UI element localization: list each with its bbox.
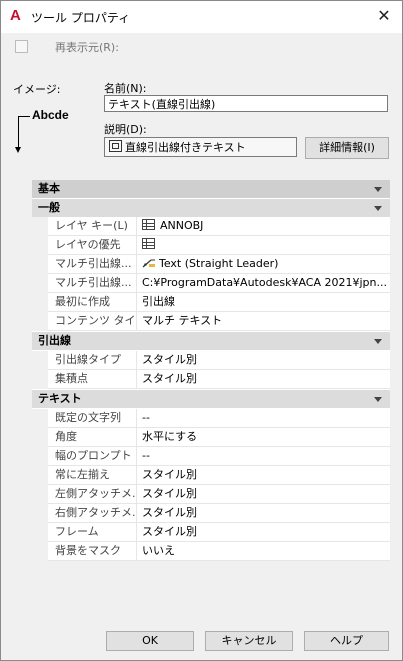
- property-key: 常に左揃え: [48, 466, 137, 484]
- property-value: スタイル別: [142, 525, 197, 538]
- property-grid: 基本 一般 レイヤ キー(L) ANNOBJ レイヤの優先 マルチ引出線... …: [32, 180, 390, 561]
- property-value: スタイル別: [142, 372, 197, 385]
- property-value: スタイル別: [142, 506, 197, 519]
- property-value: [138, 236, 390, 254]
- property-value: Text (Straight Leader): [138, 255, 390, 273]
- row-gutter: [32, 351, 48, 389]
- close-icon[interactable]: ✕: [374, 6, 394, 26]
- property-value: マルチ テキスト: [142, 314, 223, 327]
- property-row-layer-key[interactable]: レイヤ キー(L) ANNOBJ: [48, 217, 390, 236]
- name-input[interactable]: [104, 95, 388, 112]
- property-value: スタイル別: [142, 468, 197, 481]
- category-basic-label: 基本: [38, 182, 60, 195]
- preview-text: Abcde: [32, 108, 69, 122]
- layer-icon: [142, 238, 155, 249]
- property-key: 左側アタッチメ...: [48, 485, 137, 503]
- property-key: 幅のプロンプト: [48, 447, 137, 465]
- property-value: 引出線: [142, 295, 175, 308]
- category-text[interactable]: テキスト: [32, 390, 390, 408]
- property-value: 水平にする: [142, 430, 198, 443]
- category-leader-label: 引出線: [38, 334, 71, 347]
- description-icon: [109, 140, 122, 152]
- image-label: イメージ:: [13, 83, 61, 96]
- property-row-frame[interactable]: フレーム スタイル別: [48, 523, 390, 542]
- property-key: マルチ引出線...: [48, 255, 137, 273]
- property-value: --: [142, 411, 150, 424]
- property-value: ANNOBJ: [138, 217, 390, 235]
- chevron-down-icon: [374, 339, 382, 344]
- preview-leader-line: [18, 116, 30, 117]
- property-key: 引出線タイプ: [48, 351, 137, 369]
- layer-icon: [142, 219, 155, 230]
- property-value: C:¥ProgramData¥Autodesk¥ACA 2021¥jpn...: [142, 276, 387, 289]
- property-key: マルチ引出線...: [48, 274, 137, 292]
- property-row-left-attachment[interactable]: 左側アタッチメ... スタイル別: [48, 485, 390, 504]
- description-text: 直線引出線付きテキスト: [125, 141, 246, 154]
- property-row-content-type[interactable]: コンテンツ タイプ マルチ テキスト: [48, 312, 390, 331]
- chevron-down-icon: [374, 206, 382, 211]
- ok-button[interactable]: OK: [106, 631, 194, 651]
- title-bar: A ツール プロパティ ✕: [1, 1, 402, 33]
- help-button[interactable]: ヘルプ: [304, 631, 389, 651]
- property-row-default-text[interactable]: 既定の文字列 --: [48, 409, 390, 428]
- property-row-right-attachment[interactable]: 右側アタッチメ... スタイル別: [48, 504, 390, 523]
- description-label: 説明(D):: [104, 123, 147, 136]
- autocad-logo-icon: A: [10, 7, 21, 24]
- row-gutter: [32, 217, 48, 331]
- dialog-title: ツール プロパティ: [31, 11, 131, 25]
- property-value: いいえ: [142, 544, 175, 557]
- property-row-leader-type[interactable]: 引出線タイプ スタイル別: [48, 351, 390, 370]
- property-key: フレーム: [48, 523, 137, 541]
- category-basic[interactable]: 基本: [32, 180, 390, 198]
- chevron-down-icon: [374, 397, 382, 402]
- chevron-down-icon: [374, 187, 382, 192]
- property-row-mleader-style[interactable]: マルチ引出線... Text (Straight Leader): [48, 255, 390, 274]
- property-row-width-prompt[interactable]: 幅のプロンプト --: [48, 447, 390, 466]
- property-row-mleader-path[interactable]: マルチ引出線... C:¥ProgramData¥Autodesk¥ACA 20…: [48, 274, 390, 293]
- name-label: 名前(N):: [104, 82, 147, 95]
- property-row-angle[interactable]: 角度 水平にする: [48, 428, 390, 447]
- property-value-text: Text (Straight Leader): [159, 257, 279, 270]
- property-key: 角度: [48, 428, 137, 446]
- property-value: スタイル別: [142, 353, 197, 366]
- category-general[interactable]: 一般: [32, 199, 390, 217]
- redisplay-option: 再表示元(R):: [15, 39, 119, 54]
- row-gutter: [32, 409, 48, 561]
- redisplay-label: 再表示元(R):: [55, 41, 119, 54]
- property-key: レイヤ キー(L): [48, 217, 137, 235]
- details-button[interactable]: 詳細情報(I): [305, 137, 389, 159]
- leader-icon: [142, 259, 155, 268]
- property-key: 集積点: [48, 370, 137, 388]
- image-preview[interactable]: Abcde: [15, 107, 95, 157]
- property-row-layer-override[interactable]: レイヤの優先: [48, 236, 390, 255]
- property-key: 既定の文字列: [48, 409, 137, 427]
- preview-leader-line-vertical: [18, 116, 19, 148]
- property-key: 背景をマスク: [48, 542, 137, 560]
- category-general-label: 一般: [38, 201, 60, 214]
- cancel-button[interactable]: キャンセル: [205, 631, 293, 651]
- property-row-create-first[interactable]: 最初に作成 引出線: [48, 293, 390, 312]
- property-key: 最初に作成: [48, 293, 137, 311]
- property-value: スタイル別: [142, 487, 197, 500]
- property-row-always-left[interactable]: 常に左揃え スタイル別: [48, 466, 390, 485]
- property-value-text: ANNOBJ: [160, 219, 204, 232]
- category-leader[interactable]: 引出線: [32, 332, 390, 350]
- redisplay-checkbox: [15, 39, 28, 53]
- property-key: 右側アタッチメ...: [48, 504, 137, 522]
- description-field[interactable]: 直線引出線付きテキスト: [104, 137, 297, 157]
- property-row-landing-point[interactable]: 集積点 スタイル別: [48, 370, 390, 389]
- preview-arrowhead-icon: [15, 147, 21, 153]
- property-value: --: [142, 449, 150, 462]
- property-key: コンテンツ タイプ: [48, 312, 137, 330]
- property-row-background-mask[interactable]: 背景をマスク いいえ: [48, 542, 390, 561]
- property-key: レイヤの優先: [48, 236, 137, 254]
- category-text-label: テキスト: [38, 392, 82, 405]
- tool-properties-dialog: A ツール プロパティ ✕ 再表示元(R): イメージ: Abcde 名前(N)…: [0, 0, 403, 661]
